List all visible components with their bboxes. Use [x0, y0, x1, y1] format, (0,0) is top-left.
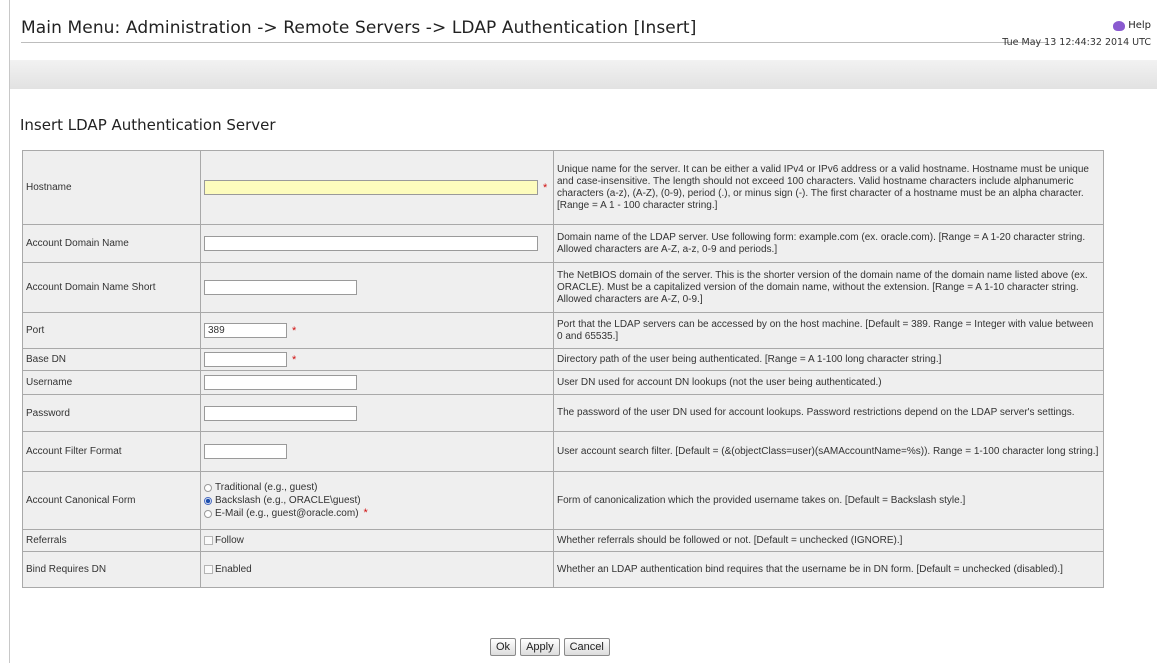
required-marker: *: [292, 353, 297, 366]
field-label-port: Port: [22, 312, 201, 349]
username-input[interactable]: [204, 375, 357, 390]
radio-button-selected[interactable]: [204, 496, 212, 505]
field-description-bind-requires-dn: Whether an LDAP authentication bind requ…: [553, 551, 1104, 588]
radio-button[interactable]: [204, 483, 212, 492]
toolbar: [10, 60, 1157, 89]
field-label-referrals: Referrals: [22, 529, 201, 552]
field-label-account-domain-name: Account Domain Name: [22, 224, 201, 263]
radio-label: E-Mail (e.g., guest@oracle.com): [215, 508, 359, 519]
field-description-base-dn: Directory path of the user being authent…: [553, 348, 1104, 371]
field-control-hostname: *: [200, 150, 554, 225]
table-row: Account Canonical Form Traditional (e.g.…: [22, 471, 1104, 530]
field-description-username: User DN used for account DN lookups (not…: [553, 370, 1104, 395]
referrals-checkbox[interactable]: [204, 535, 213, 545]
table-row: Password The password of the user DN use…: [22, 394, 1104, 432]
field-description-account-domain-name: Domain name of the LDAP server. Use foll…: [553, 224, 1104, 263]
table-row: Username User DN used for account DN loo…: [22, 370, 1104, 395]
radio-button[interactable]: [204, 509, 212, 518]
field-control-account-canonical-form: Traditional (e.g., guest) Backslash (e.g…: [200, 471, 554, 530]
checkbox-label: Enabled: [215, 564, 252, 575]
table-row: Base DN * Directory path of the user bei…: [22, 348, 1104, 371]
field-label-username: Username: [22, 370, 201, 395]
radio-option-backslash[interactable]: Backslash (e.g., ORACLE\guest): [204, 494, 550, 507]
field-description-account-canonical-form: Form of canonicalization which the provi…: [553, 471, 1104, 530]
field-description-account-domain-name-short: The NetBIOS domain of the server. This i…: [553, 262, 1104, 313]
field-control-base-dn: *: [200, 348, 554, 371]
account-domain-name-input[interactable]: [204, 236, 538, 251]
field-control-account-filter-format: [200, 431, 554, 472]
section-title: Insert LDAP Authentication Server: [20, 116, 276, 134]
field-description-hostname: Unique name for the server. It can be ei…: [553, 150, 1104, 225]
radio-option-traditional[interactable]: Traditional (e.g., guest): [204, 481, 550, 494]
field-description-port: Port that the LDAP servers can be access…: [553, 312, 1104, 349]
ok-button[interactable]: Ok: [490, 638, 517, 656]
field-label-account-domain-name-short: Account Domain Name Short: [22, 262, 201, 313]
radio-label: Traditional (e.g., guest): [215, 482, 318, 493]
field-description-account-filter-format: User account search filter. [Default = (…: [553, 431, 1104, 472]
table-row: Bind Requires DN Enabled Whether an LDAP…: [22, 551, 1104, 588]
bind-requires-dn-checkbox[interactable]: [204, 564, 213, 574]
radio-label: Backslash (e.g., ORACLE\guest): [215, 495, 361, 506]
field-label-account-canonical-form: Account Canonical Form: [22, 471, 201, 530]
field-label-bind-requires-dn: Bind Requires DN: [22, 551, 201, 588]
account-domain-name-short-input[interactable]: [204, 280, 357, 295]
radio-option-email[interactable]: E-Mail (e.g., guest@oracle.com) *: [204, 507, 550, 520]
help-label: Help: [1128, 20, 1151, 31]
field-control-password: [200, 394, 554, 432]
help-link[interactable]: Help: [1113, 20, 1151, 31]
table-row: Account Filter Format User account searc…: [22, 431, 1104, 472]
table-row: Account Domain Name Domain name of the L…: [22, 224, 1104, 263]
table-row: Account Domain Name Short The NetBIOS do…: [22, 262, 1104, 313]
form-buttons: Ok Apply Cancel: [490, 638, 610, 656]
field-control-port: 389 *: [200, 312, 554, 349]
field-label-hostname: Hostname: [22, 150, 201, 225]
required-marker: *: [363, 507, 368, 519]
table-row: Hostname * Unique name for the server. I…: [22, 150, 1104, 225]
cancel-button[interactable]: Cancel: [563, 638, 610, 656]
required-marker: *: [292, 324, 297, 337]
table-row: Port 389 * Port that the LDAP servers can…: [22, 312, 1104, 349]
field-label-password: Password: [22, 394, 201, 432]
help-icon: [1113, 20, 1126, 31]
ldap-form-table: Hostname * Unique name for the server. I…: [22, 150, 1104, 588]
timestamp: Tue May 13 12:44:32 2014 UTC: [1002, 37, 1151, 48]
field-description-password: The password of the user DN used for acc…: [553, 394, 1104, 432]
hostname-input[interactable]: [204, 180, 538, 195]
required-marker: *: [543, 181, 548, 194]
field-control-account-domain-name-short: [200, 262, 554, 313]
title-divider: [21, 42, 1047, 43]
base-dn-input[interactable]: [204, 352, 287, 367]
apply-button[interactable]: Apply: [520, 638, 560, 656]
table-row: Referrals Follow Whether referrals shoul…: [22, 529, 1104, 552]
field-label-base-dn: Base DN: [22, 348, 201, 371]
field-label-account-filter-format: Account Filter Format: [22, 431, 201, 472]
account-filter-format-input[interactable]: [204, 444, 287, 459]
checkbox-label: Follow: [215, 535, 244, 546]
field-control-username: [200, 370, 554, 395]
password-input[interactable]: [204, 405, 357, 421]
field-description-referrals: Whether referrals should be followed or …: [553, 529, 1104, 552]
page-title: Main Menu: Administration -> Remote Serv…: [21, 18, 697, 38]
field-control-bind-requires-dn: Enabled: [200, 551, 554, 588]
port-input[interactable]: 389: [204, 323, 287, 338]
field-control-referrals: Follow: [200, 529, 554, 552]
field-control-account-domain-name: [200, 224, 554, 263]
